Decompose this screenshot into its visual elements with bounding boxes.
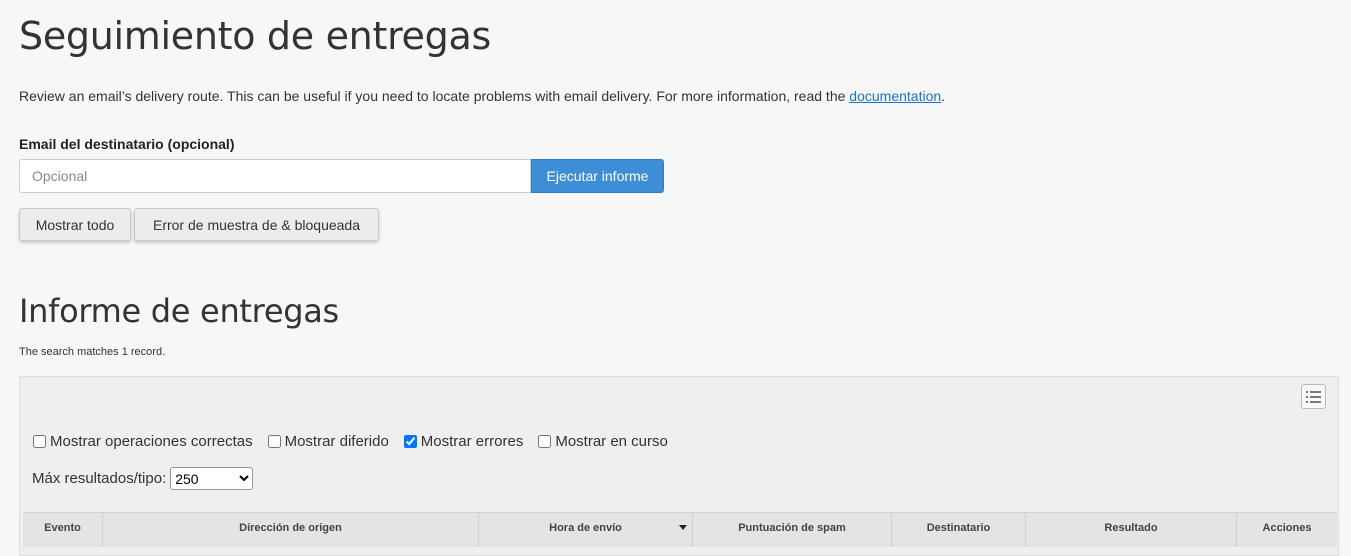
- caret-down-icon: [679, 525, 687, 530]
- run-report-button[interactable]: Ejecutar informe: [531, 159, 664, 193]
- table-header: Evento Dirección de origen Hora de envío…: [23, 512, 1337, 547]
- max-results-row: Máx resultados/tipo: 250: [32, 467, 254, 490]
- column-header-event[interactable]: Evento: [23, 513, 103, 547]
- column-header-send-time-label: Hora de envío: [549, 522, 622, 534]
- filter-errors-label: Mostrar errores: [420, 433, 524, 450]
- filter-errors-checkbox[interactable]: [403, 435, 417, 448]
- report-title: Informe de entregas: [19, 292, 339, 330]
- page-title: Seguimiento de entregas: [19, 14, 491, 58]
- column-header-send-time[interactable]: Hora de envío: [479, 513, 693, 547]
- list-icon[interactable]: [1301, 384, 1326, 409]
- filter-deferred[interactable]: Mostrar diferido: [267, 433, 389, 450]
- show-all-button[interactable]: Mostrar todo: [19, 208, 131, 241]
- filter-success-label: Mostrar operaciones correctas: [50, 433, 253, 450]
- column-header-actions[interactable]: Acciones: [1237, 513, 1337, 547]
- max-results-select[interactable]: 250: [170, 467, 254, 490]
- filter-in-progress-checkbox[interactable]: [538, 435, 552, 448]
- max-results-label: Máx resultados/tipo:: [32, 470, 167, 487]
- intro-description: Review an email’s delivery route. This c…: [19, 88, 850, 104]
- intro-text: Review an email’s delivery route. This c…: [19, 88, 945, 104]
- matches-count: The search matches 1 record.: [19, 346, 166, 358]
- report-panel: Mostrar operaciones correctas Mostrar di…: [19, 376, 1339, 556]
- recipient-email-input[interactable]: [19, 159, 531, 193]
- filter-errors[interactable]: Mostrar errores: [403, 433, 524, 450]
- filter-success-checkbox[interactable]: [33, 435, 46, 448]
- documentation-link[interactable]: documentation: [849, 88, 941, 104]
- column-header-recipient[interactable]: Destinatario: [892, 513, 1026, 547]
- filter-checkboxes: Mostrar operaciones correctas Mostrar di…: [32, 433, 682, 450]
- filter-in-progress[interactable]: Mostrar en curso: [537, 433, 668, 450]
- filter-deferred-label: Mostrar diferido: [284, 433, 389, 450]
- filter-in-progress-label: Mostrar en curso: [555, 433, 668, 450]
- show-errors-blocked-button[interactable]: Error de muestra de & bloqueada: [134, 208, 379, 241]
- column-header-source-address[interactable]: Dirección de origen: [103, 513, 479, 547]
- filter-success[interactable]: Mostrar operaciones correctas: [32, 433, 253, 450]
- column-header-result[interactable]: Resultado: [1026, 513, 1237, 547]
- column-header-spam-score[interactable]: Puntuación de spam: [693, 513, 892, 547]
- intro-end: .: [941, 88, 946, 104]
- recipient-email-label: Email del destinatario (opcional): [19, 136, 235, 152]
- filter-deferred-checkbox[interactable]: [267, 435, 281, 448]
